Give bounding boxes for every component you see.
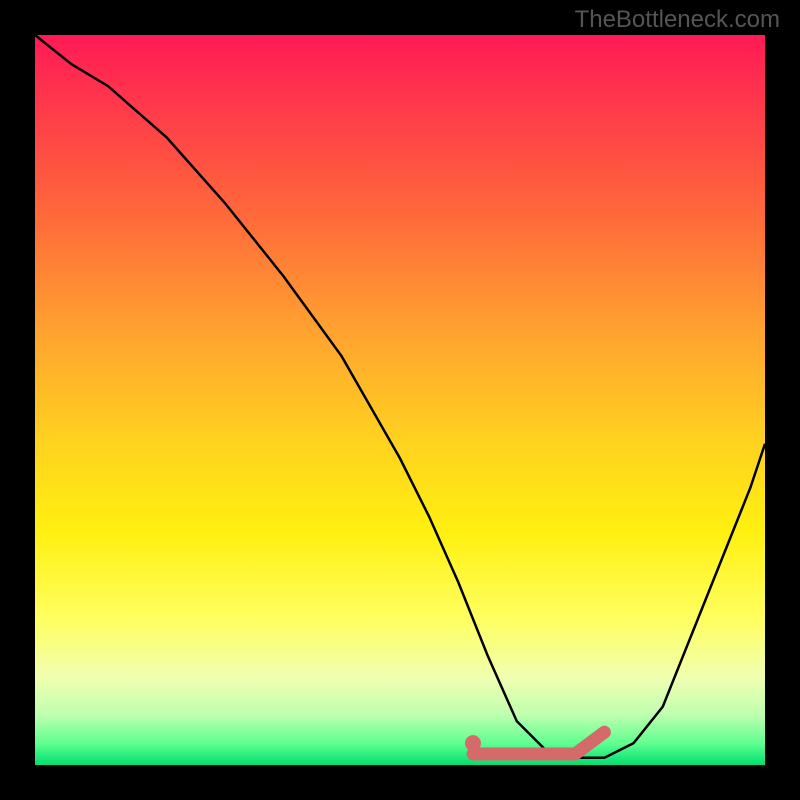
watermark-text: TheBottleneck.com [575,6,780,34]
bottleneck-chart [35,35,765,765]
optimal-point-marker [465,735,481,751]
bottleneck-curve [35,35,765,758]
